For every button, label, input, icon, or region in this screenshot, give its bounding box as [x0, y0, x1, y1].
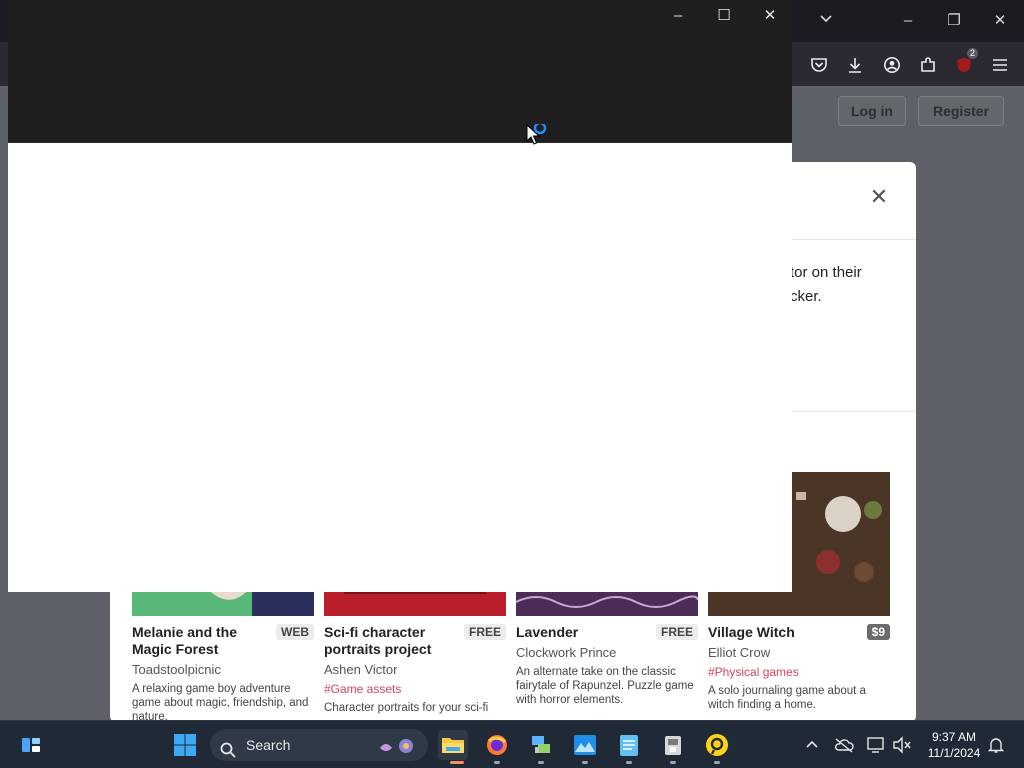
yellow-app-icon[interactable] — [702, 730, 732, 760]
volume-muted-icon[interactable] — [892, 735, 912, 755]
network-app-icon[interactable] — [526, 730, 556, 760]
extension-badge-count: 2 — [966, 48, 978, 59]
game-author[interactable]: Toadstoolpicnic — [132, 662, 314, 677]
download-icon[interactable] — [844, 54, 866, 76]
pocket-icon[interactable] — [808, 54, 830, 76]
ublock-shield-icon[interactable]: 2 — [953, 48, 978, 76]
notepad-icon[interactable] — [614, 730, 644, 760]
game-tag[interactable]: #Game assets — [324, 682, 506, 696]
extensions-puzzle-icon[interactable] — [917, 54, 939, 76]
modal-text-fragment: cker. — [790, 288, 822, 305]
notification-bell-icon[interactable] — [986, 735, 1006, 755]
search-icon — [220, 737, 236, 768]
file-explorer-icon[interactable] — [438, 730, 468, 760]
running-app-indicator — [538, 761, 544, 764]
running-app-indicator — [582, 761, 588, 764]
account-icon[interactable] — [881, 54, 903, 76]
register-button[interactable]: Register — [918, 96, 1004, 126]
price-badge: FREE — [655, 624, 698, 640]
app-maximize-button[interactable]: ☐ — [708, 4, 740, 28]
game-description: A relaxing game boy adventure game about… — [132, 683, 309, 722]
widgets-icon[interactable] — [16, 730, 46, 760]
game-title[interactable]: Melanie and the Magic Forest — [132, 624, 267, 658]
start-windows-icon[interactable] — [170, 730, 200, 760]
running-app-indicator — [670, 761, 676, 764]
running-app-indicator — [494, 761, 500, 764]
modal-close-icon[interactable]: ✕ — [866, 184, 892, 210]
photos-icon[interactable] — [570, 730, 600, 760]
price-badge: $9 — [866, 624, 890, 640]
game-title[interactable]: Lavender — [516, 624, 651, 641]
tab-list-chevron-down-icon[interactable] — [812, 8, 840, 34]
tray-overflow-chevron-up-icon[interactable] — [802, 735, 822, 755]
game-tag[interactable]: #Physical games — [708, 665, 890, 679]
browser-minimize-button[interactable]: – — [894, 8, 922, 34]
browser-restore-button[interactable]: ❐ — [940, 8, 968, 34]
game-description: Character portraits for your sci-fi — [324, 702, 489, 714]
onedrive-offline-icon[interactable] — [834, 735, 854, 755]
network-display-icon[interactable] — [866, 735, 886, 755]
game-title[interactable]: Village Witch — [708, 624, 843, 641]
active-app-indicator — [450, 761, 464, 764]
game-description: A solo journaling game about a witch fin… — [708, 685, 866, 711]
hamburger-menu-icon[interactable] — [989, 54, 1011, 76]
running-app-indicator — [626, 761, 632, 764]
busy-cursor-icon — [526, 121, 550, 148]
platform-badge: WEB — [276, 624, 314, 640]
modal-text-fragment: tor on their — [790, 264, 862, 281]
taskbar-search-box[interactable]: Search — [210, 729, 428, 761]
game-author[interactable]: Clockwork Prince — [516, 645, 698, 660]
app-titlebar[interactable]: – ☐ ✕ — [8, 0, 792, 143]
taskbar-clock[interactable]: 9:37 AM 11/1/2024 — [918, 729, 990, 761]
windows-taskbar: Search 9:37 AM 11/1/2024 — [0, 720, 1024, 768]
game-author[interactable]: Elliot Crow — [708, 645, 890, 660]
browser-close-button[interactable]: ✕ — [986, 8, 1014, 34]
firefox-icon[interactable] — [482, 730, 512, 760]
app-close-button[interactable]: ✕ — [754, 4, 786, 28]
game-description: An alternate take on the classic fairyta… — [516, 666, 694, 706]
clock-date: 11/1/2024 — [927, 746, 981, 760]
login-button[interactable]: Log in — [838, 96, 906, 126]
price-badge: FREE — [463, 624, 506, 640]
app-content-blank — [8, 143, 792, 592]
game-title[interactable]: Sci-fi character portraits project — [324, 624, 459, 658]
search-highlight-icon — [378, 735, 420, 767]
clock-time: 9:37 AM — [931, 730, 977, 744]
game-author[interactable]: Ashen Victor — [324, 662, 506, 677]
app-minimize-button[interactable]: – — [662, 4, 694, 28]
installer-app-icon[interactable] — [658, 730, 688, 760]
running-app-indicator — [714, 761, 720, 764]
search-label: Search — [246, 737, 291, 753]
app-window[interactable]: – ☐ ✕ — [8, 0, 792, 592]
